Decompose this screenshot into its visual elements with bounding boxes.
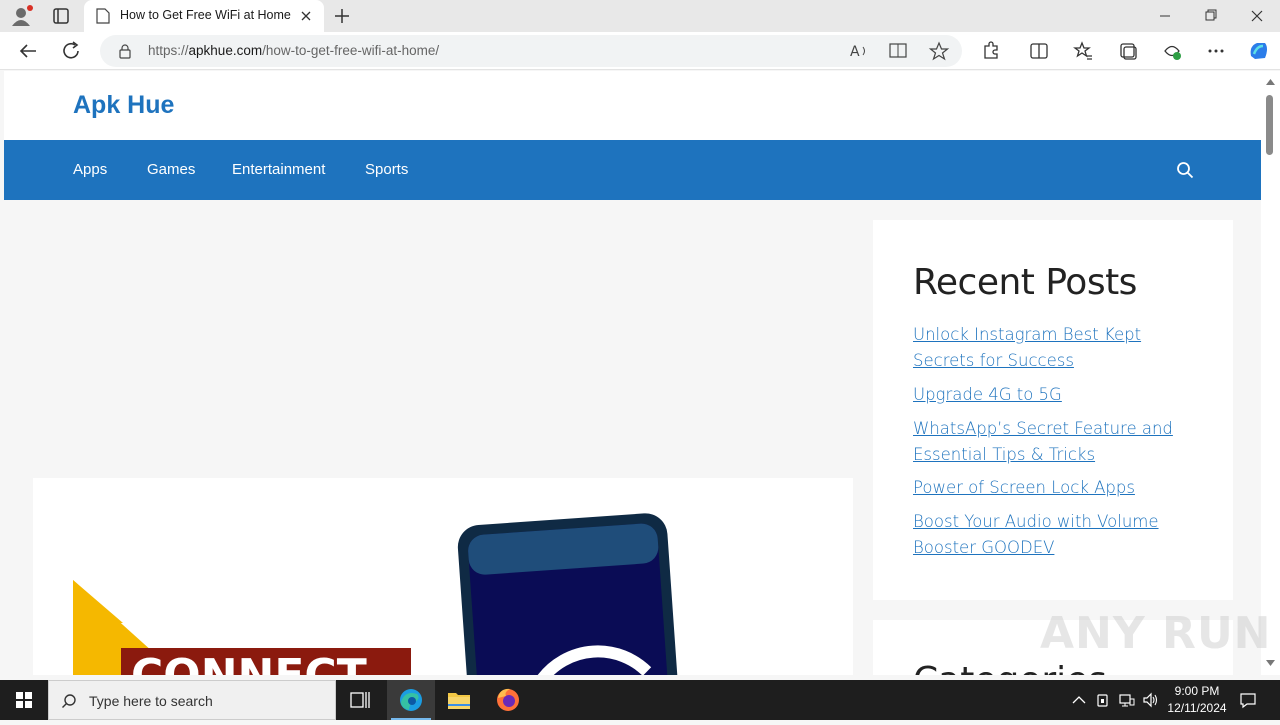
browser-tab[interactable]: How to Get Free WiFi at Home bbox=[84, 0, 324, 32]
post-link[interactable]: Boost Your Audio with Volume Booster GOO… bbox=[913, 509, 1203, 561]
recent-posts-heading: Recent Posts bbox=[913, 262, 1137, 303]
search-icon[interactable] bbox=[1176, 161, 1194, 179]
firefox-icon[interactable] bbox=[484, 680, 532, 720]
search-placeholder: Type here to search bbox=[89, 693, 213, 709]
browser-essentials-icon[interactable] bbox=[1159, 38, 1185, 64]
categories-heading: Categories bbox=[913, 660, 1107, 675]
split-screen-icon[interactable] bbox=[1026, 38, 1052, 64]
taskbar-search-box[interactable]: Type here to search bbox=[48, 680, 336, 720]
tab-title: How to Get Free WiFi at Home bbox=[120, 8, 291, 22]
new-tab-icon[interactable] bbox=[330, 4, 354, 28]
recent-posts-widget: Recent Posts Unlock Instagram Best Kept … bbox=[873, 220, 1233, 600]
url-text[interactable]: https://apkhue.com/how-to-get-free-wifi-… bbox=[148, 43, 439, 58]
refresh-icon[interactable] bbox=[58, 38, 86, 64]
close-window-icon[interactable] bbox=[1234, 0, 1280, 32]
site-header: Apk Hue bbox=[4, 71, 1261, 140]
restore-icon[interactable] bbox=[1188, 0, 1234, 32]
nav-item-apps[interactable]: Apps bbox=[73, 161, 107, 178]
url-domain: apkhue.com bbox=[188, 43, 263, 58]
clock-date: 12/11/2024 bbox=[1167, 701, 1227, 715]
task-view-icon[interactable] bbox=[336, 680, 384, 720]
featured-image: CONNECT bbox=[33, 478, 853, 675]
site-title[interactable]: Apk Hue bbox=[73, 91, 174, 120]
windows-start-icon[interactable] bbox=[0, 680, 48, 720]
clock-time: 9:00 PM bbox=[1174, 684, 1220, 698]
search-icon bbox=[61, 693, 77, 709]
scrollbar-thumb[interactable] bbox=[1266, 95, 1273, 155]
favorites-icon[interactable] bbox=[1070, 38, 1096, 64]
browser-tab-strip: How to Get Free WiFi at Home bbox=[0, 0, 1280, 32]
browser-toolbar: https://apkhue.com/how-to-get-free-wifi-… bbox=[0, 32, 1280, 70]
web-page: Apk Hue Apps Games Entertainment Sports … bbox=[4, 71, 1261, 675]
profile-icon[interactable] bbox=[8, 4, 34, 28]
back-icon[interactable] bbox=[14, 38, 42, 64]
url-scheme: https:// bbox=[148, 43, 189, 58]
device-icon[interactable] bbox=[1094, 691, 1112, 709]
post-link[interactable]: Upgrade 4G to 5G bbox=[913, 382, 1203, 408]
network-icon[interactable] bbox=[1118, 691, 1136, 709]
extensions-icon[interactable] bbox=[978, 38, 1004, 64]
url-path: /how-to-get-free-wifi-at-home/ bbox=[262, 43, 440, 58]
post-link[interactable]: Power of Screen Lock Apps bbox=[913, 475, 1203, 501]
address-bar[interactable]: https://apkhue.com/how-to-get-free-wifi-… bbox=[100, 35, 962, 67]
volume-icon[interactable] bbox=[1142, 691, 1160, 709]
nav-item-sports[interactable]: Sports bbox=[365, 161, 408, 178]
post-link[interactable]: WhatsApp’s Secret Feature and Essential … bbox=[913, 416, 1203, 468]
minimize-icon[interactable] bbox=[1142, 0, 1188, 32]
immersive-reader-icon[interactable] bbox=[888, 41, 910, 61]
close-tab-icon[interactable] bbox=[298, 8, 314, 24]
copilot-icon[interactable] bbox=[1245, 38, 1271, 64]
nav-item-games[interactable]: Games bbox=[147, 161, 195, 178]
main-navigation: Apps Games Entertainment Sports bbox=[4, 140, 1261, 200]
favorite-star-icon[interactable] bbox=[928, 41, 950, 61]
edge-browser-icon[interactable] bbox=[387, 680, 435, 720]
notification-icon[interactable] bbox=[1239, 691, 1257, 709]
more-options-icon[interactable] bbox=[1203, 38, 1229, 64]
svg-text:CONNECT: CONNECT bbox=[131, 650, 367, 675]
tab-actions-icon[interactable] bbox=[46, 4, 74, 28]
system-clock[interactable]: 9:00 PM 12/11/2024 bbox=[1162, 683, 1232, 717]
watermark-logo: ANY RUN bbox=[1040, 608, 1272, 659]
page-scrollbar[interactable] bbox=[1261, 71, 1280, 675]
windows-taskbar: Type here to search 9:00 PM 12/11/2024 bbox=[0, 680, 1280, 720]
collections-icon[interactable] bbox=[1115, 38, 1141, 64]
page-icon bbox=[96, 8, 110, 24]
read-aloud-icon[interactable]: A bbox=[848, 41, 870, 61]
svg-text:A: A bbox=[850, 44, 860, 60]
post-link[interactable]: Unlock Instagram Best Kept Secrets for S… bbox=[913, 322, 1203, 374]
lock-icon[interactable] bbox=[118, 43, 132, 59]
file-explorer-icon[interactable] bbox=[435, 680, 483, 720]
nav-item-entertainment[interactable]: Entertainment bbox=[232, 161, 325, 178]
chevron-up-icon[interactable] bbox=[1070, 691, 1088, 709]
